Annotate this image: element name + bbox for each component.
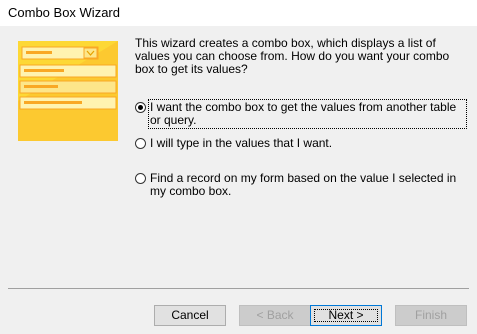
option-from-table[interactable]: I want the combo box to get the values f… xyxy=(135,99,467,129)
back-button[interactable]: < Back xyxy=(239,305,311,326)
title-bar: Combo Box Wizard xyxy=(0,0,477,26)
next-button[interactable]: Next > xyxy=(310,305,382,326)
separator-line xyxy=(8,288,469,289)
option-type-values[interactable]: I will type in the values that I want. xyxy=(135,137,465,150)
option-find-record[interactable]: Find a record on my form based on the va… xyxy=(135,172,465,198)
cancel-button[interactable]: Cancel xyxy=(154,305,226,326)
radio-find-record[interactable] xyxy=(135,173,146,184)
next-button-label: Next > xyxy=(311,306,381,325)
window-title: Combo Box Wizard xyxy=(8,5,120,20)
intro-text: This wizard creates a combo box, which d… xyxy=(135,36,450,76)
combo-box-illustration-icon xyxy=(18,41,118,141)
wizard-body: This wizard creates a combo box, which d… xyxy=(0,26,477,334)
finish-button[interactable]: Finish xyxy=(395,305,467,326)
radio-from-table[interactable] xyxy=(135,102,146,113)
radio-type-values[interactable] xyxy=(135,138,146,149)
option-from-table-label[interactable]: I want the combo box to get the values f… xyxy=(148,99,467,129)
option-find-record-label[interactable]: Find a record on my form based on the va… xyxy=(150,172,465,198)
option-type-values-label[interactable]: I will type in the values that I want. xyxy=(150,137,332,150)
